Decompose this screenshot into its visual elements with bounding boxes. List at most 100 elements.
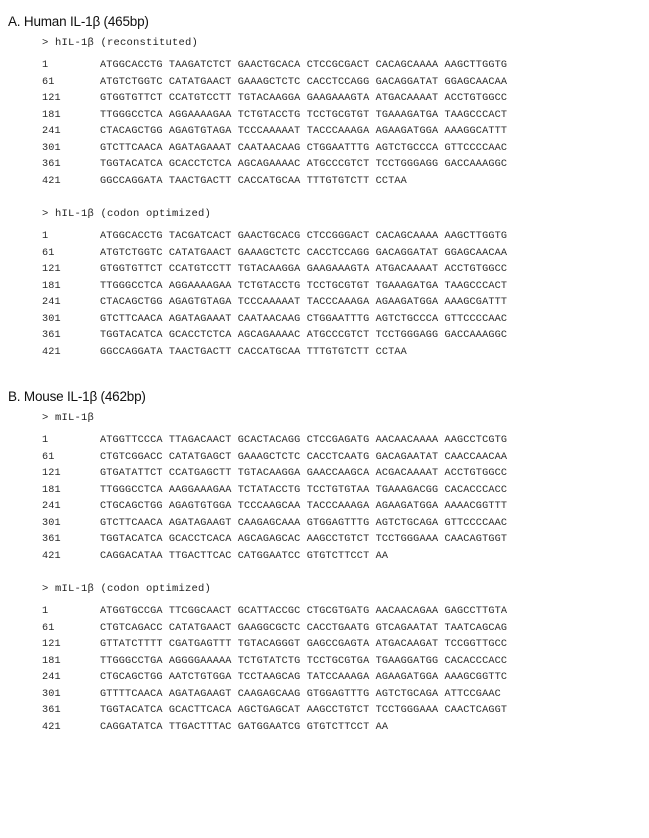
- sequence-row: 1 ATGGTGCCGA TTCGGCAACT GCATTACCGC CTGCG…: [42, 604, 649, 621]
- sequence-position: 181: [42, 280, 61, 292]
- sequence-position: 301: [42, 688, 61, 700]
- sequence-row: 361 TGGTACATCA GCACCTCTCA AGCAGAAAAC ATG…: [42, 328, 649, 345]
- figure-page: A. Human IL-1β (465bp) > hIL-1β (reconst…: [0, 0, 649, 838]
- sequence-row: 421 GGCCAGGATA TAACTGACTT CACCATGCAA TTT…: [42, 174, 649, 191]
- sequence-row: 421 CAGGATATCA TTGACTTTAC GATGGAATCG GTG…: [42, 720, 649, 737]
- sequence-row: 361 TGGTACATCA GCACCTCTCA AGCAGAAAAC ATG…: [42, 157, 649, 174]
- sequence-bases: ATGGTTCCCA TTAGACAACT GCACTACAGG CTCCGAG…: [100, 435, 508, 446]
- sequence-bases: CTGCAGCTGG AGAGTGTGGA TCCCAAGCAA TACCCAA…: [100, 501, 508, 512]
- sequence-position: 61: [42, 76, 55, 88]
- sequence-row: 181 TTGGGCCTCA AAGGAAAGAA TCTATACCTG TCC…: [42, 483, 649, 500]
- sequence-position: 421: [42, 175, 61, 187]
- sequence-bases: GTCTTCAACA AGATAGAAGT CAAGAGCAAA GTGGAGT…: [100, 517, 508, 529]
- sequence-block-mil1b-codon-optimized: > mIL-1β (codon optimized) 1 ATGGTGCCGA …: [0, 583, 649, 736]
- sequence-position: 421: [42, 721, 61, 733]
- sequence-bases: ATGTCTGGTC CATATGAACT GAAAGCTCTC CACCTCC…: [100, 247, 508, 259]
- sequence-row: 241 CTGCAGCTGG AGAGTGTGGA TCCCAAGCAA TAC…: [42, 499, 649, 516]
- sequence-bases: CAGGATATCA TTGACTTTAC GATGGAATCG GTGTCTT…: [100, 721, 389, 733]
- sequence-bases: CTGCAGCTGG AATCTGTGGA TCCTAAGCAG TATCCAA…: [100, 672, 508, 683]
- sequence-position: 61: [42, 247, 55, 259]
- sequence-bases: CTGTCGGACC CATATGAGCT GAAAGCTCTC CACCTCA…: [100, 451, 508, 463]
- sequence-position: 1: [42, 231, 49, 242]
- sequence-row: 121 GTGGTGTTCT CCATGTCCTT TGTACAAGGA GAA…: [42, 262, 649, 279]
- sequence-header: > mIL-1β: [42, 412, 95, 424]
- sequence-position: 241: [42, 672, 61, 683]
- sequence-row: 241 CTGCAGCTGG AATCTGTGGA TCCTAAGCAG TAT…: [42, 670, 649, 687]
- sequence-row: 1 ATGGCACCTG TAAGATCTCT GAACTGCACA CTCCG…: [42, 58, 649, 75]
- sequence-row: 1 ATGGTTCCCA TTAGACAACT GCACTACAGG CTCCG…: [42, 433, 649, 450]
- sequence-bases: TTGGGCCTCA AGGAAAAGAA TCTGTACCTG TCCTGCG…: [100, 109, 508, 121]
- sequence-position: 241: [42, 126, 61, 137]
- sequence-bases: GTGATATTCT CCATGAGCTT TGTACAAGGA GAACCAA…: [100, 468, 508, 479]
- sequence-position: 301: [42, 517, 61, 529]
- sequence-bases: TGGTACATCA GCACCTCTCA AGCAGAAAAC ATGCCCG…: [100, 159, 508, 170]
- sequence-header: > hIL-1β (codon optimized): [42, 208, 212, 220]
- sequence-bases: GGCCAGGATA TAACTGACTT CACCATGCAA TTTGTGT…: [100, 346, 407, 358]
- sequence-row: 121 GTGGTGTTCT CCATGTCCTT TGTACAAGGA GAA…: [42, 91, 649, 108]
- sequence-bases: ATGTCTGGTC CATATGAACT GAAAGCTCTC CACCTCC…: [100, 76, 508, 88]
- sequence-bases: CTACAGCTGG AGAGTGTAGA TCCCAAAAAT TACCCAA…: [100, 297, 508, 308]
- sequence-bases: ATGGCACCTG TACGATCACT GAACTGCACG CTCCGGG…: [100, 231, 508, 242]
- sequence-row: 61 ATGTCTGGTC CATATGAACT GAAAGCTCTC CACC…: [42, 75, 649, 92]
- sequence-bases: ATGGTGCCGA TTCGGCAACT GCATTACCGC CTGCGTG…: [100, 606, 508, 617]
- sequence-header: > mIL-1β (codon optimized): [42, 583, 212, 595]
- sequence-bases: GTCTTCAACA AGATAGAAAT CAATAACAAG CTGGAAT…: [100, 142, 508, 154]
- sequence-bases: GTGGTGTTCT CCATGTCCTT TGTACAAGGA GAAGAAA…: [100, 93, 508, 104]
- sequence-row: 1 ATGGCACCTG TACGATCACT GAACTGCACG CTCCG…: [42, 229, 649, 246]
- sequence-row: 61 CTGTCGGACC CATATGAGCT GAAAGCTCTC CACC…: [42, 450, 649, 467]
- sequence-header: > hIL-1β (reconstituted): [42, 37, 199, 49]
- sequence-position: 361: [42, 534, 61, 545]
- sequence-position: 1: [42, 435, 49, 446]
- sequence-bases: TGGTACATCA GCACCTCACA AGCAGAGCAC AAGCCTG…: [100, 534, 508, 545]
- sequence-block-hil1b-codon-optimized: > hIL-1β (codon optimized) 1 ATGGCACCTG …: [0, 208, 649, 361]
- sequence-position: 421: [42, 550, 61, 562]
- sequence-block-mil1b: > mIL-1β 1 ATGGTTCCCA TTAGACAACT GCACTAC…: [0, 412, 649, 565]
- sequence-row: 301 GTCTTCAACA AGATAGAAAT CAATAACAAG CTG…: [42, 141, 649, 158]
- sequence-position: 301: [42, 313, 61, 325]
- sequence-position: 61: [42, 451, 55, 463]
- sequence-block-hil1b-reconstituted: > hIL-1β (reconstituted) 1 ATGGCACCTG TA…: [0, 37, 649, 190]
- sequence-position: 1: [42, 60, 49, 71]
- sequence-position: 241: [42, 297, 61, 308]
- sequence-row: 181 TTGGGCCTCA AGGAAAAGAA TCTGTACCTG TCC…: [42, 279, 649, 296]
- sequence-row: 241 CTACAGCTGG AGAGTGTAGA TCCCAAAAAT TAC…: [42, 295, 649, 312]
- section-human: A. Human IL-1β (465bp) > hIL-1β (reconst…: [0, 14, 649, 361]
- sequence-bases: GTTATCTTTT CGATGAGTTT TGTACAGGGT GAGCCGA…: [100, 639, 508, 650]
- sequence-position: 1: [42, 606, 49, 617]
- sequence-position: 361: [42, 159, 61, 170]
- sequence-row: 61 ATGTCTGGTC CATATGAACT GAAAGCTCTC CACC…: [42, 246, 649, 263]
- sequence-row: 361 TGGTACATCA GCACTTCACA AGCTGAGCAT AAG…: [42, 703, 649, 720]
- sequence-bases: TTGGGCCTCA AGGAAAAGAA TCTGTACCTG TCCTGCG…: [100, 280, 508, 292]
- sequence-row: 421 CAGGACATAA TTGACTTCAC CATGGAATCC GTG…: [42, 549, 649, 566]
- section-title-human: A. Human IL-1β (465bp): [8, 14, 149, 29]
- sequence-bases: CTACAGCTGG AGAGTGTAGA TCCCAAAAAT TACCCAA…: [100, 126, 508, 137]
- sequence-position: 121: [42, 468, 61, 479]
- sequence-position: 241: [42, 501, 61, 512]
- section-mouse: B. Mouse IL-1β (462bp) > mIL-1β 1 ATGGTT…: [0, 389, 649, 736]
- sequence-bases: GTGGTGTTCT CCATGTCCTT TGTACAAGGA GAAGAAA…: [100, 264, 508, 275]
- sequence-row: 61 CTGTCAGACC CATATGAACT GAAGGCGCTC CACC…: [42, 621, 649, 638]
- sequence-row: 121 GTGATATTCT CCATGAGCTT TGTACAAGGA GAA…: [42, 466, 649, 483]
- sequence-row: 301 GTCTTCAACA AGATAGAAAT CAATAACAAG CTG…: [42, 312, 649, 329]
- sequence-position: 121: [42, 264, 61, 275]
- sequence-position: 181: [42, 484, 61, 496]
- sequence-position: 61: [42, 622, 55, 634]
- sequence-bases: TTGGGCCTGA AGGGGAAAAA TCTGTATCTG TCCTGCG…: [100, 655, 508, 667]
- sequence-bases: GTTTTCAACA AGATAGAAGT CAAGAGCAAG GTGGAGT…: [100, 688, 501, 700]
- sequence-position: 121: [42, 639, 61, 650]
- sequence-row: 121 GTTATCTTTT CGATGAGTTT TGTACAGGGT GAG…: [42, 637, 649, 654]
- sequence-row: 181 TTGGGCCTCA AGGAAAAGAA TCTGTACCTG TCC…: [42, 108, 649, 125]
- sequence-bases: TTGGGCCTCA AAGGAAAGAA TCTATACCTG TCCTGTG…: [100, 484, 508, 496]
- sequence-bases: CAGGACATAA TTGACTTCAC CATGGAATCC GTGTCTT…: [100, 550, 389, 562]
- sequence-position: 121: [42, 93, 61, 104]
- sequence-bases: GTCTTCAACA AGATAGAAAT CAATAACAAG CTGGAAT…: [100, 313, 508, 325]
- sequence-row: 361 TGGTACATCA GCACCTCACA AGCAGAGCAC AAG…: [42, 532, 649, 549]
- sequence-position: 301: [42, 142, 61, 154]
- sequence-row: 421 GGCCAGGATA TAACTGACTT CACCATGCAA TTT…: [42, 345, 649, 362]
- sequence-row: 301 GTCTTCAACA AGATAGAAGT CAAGAGCAAA GTG…: [42, 516, 649, 533]
- sequence-bases: TGGTACATCA GCACTTCACA AGCTGAGCAT AAGCCTG…: [100, 705, 508, 716]
- sequence-bases: GGCCAGGATA TAACTGACTT CACCATGCAA TTTGTGT…: [100, 175, 407, 187]
